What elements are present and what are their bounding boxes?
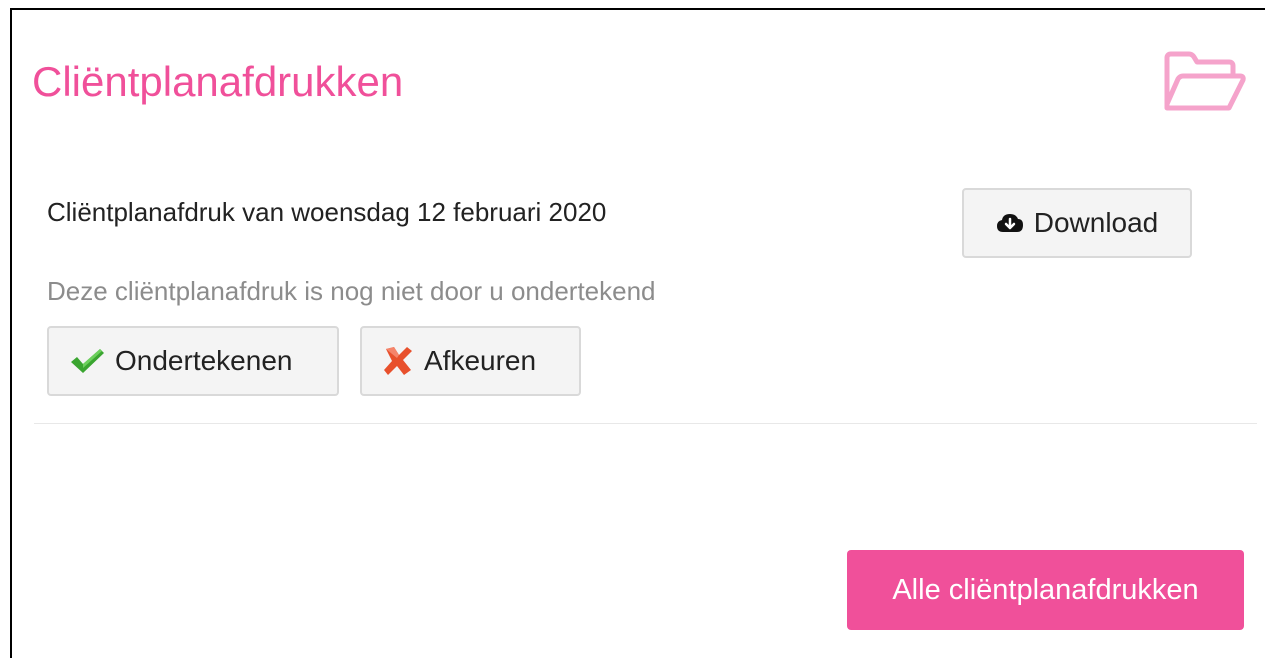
sign-label: Ondertekenen: [115, 345, 293, 376]
all-prints-button[interactable]: Alle cliëntplanafdrukken: [847, 550, 1244, 630]
folder-open-icon: [1164, 51, 1246, 111]
reject-button[interactable]: Afkeuren: [360, 326, 581, 396]
download-label: Download: [1033, 207, 1159, 238]
cloud-download-icon: [996, 212, 1024, 234]
cross-icon: [382, 346, 414, 376]
download-button[interactable]: Download: [962, 188, 1192, 258]
sign-button[interactable]: Ondertekenen: [47, 326, 339, 396]
sign-status-text: Deze cliëntplanafdruk is nog niet door u…: [47, 276, 656, 306]
reject-label: Afkeuren: [424, 345, 537, 376]
panel-title: Cliëntplanafdrukken: [32, 58, 404, 105]
item-divider: [34, 423, 1257, 424]
checkmark-icon: [69, 347, 105, 375]
prints-panel: Cliëntplanafdrukken Cliëntplanafdruk van…: [10, 8, 1265, 658]
print-item-title: Cliëntplanafdruk van woensdag 12 februar…: [47, 197, 607, 227]
